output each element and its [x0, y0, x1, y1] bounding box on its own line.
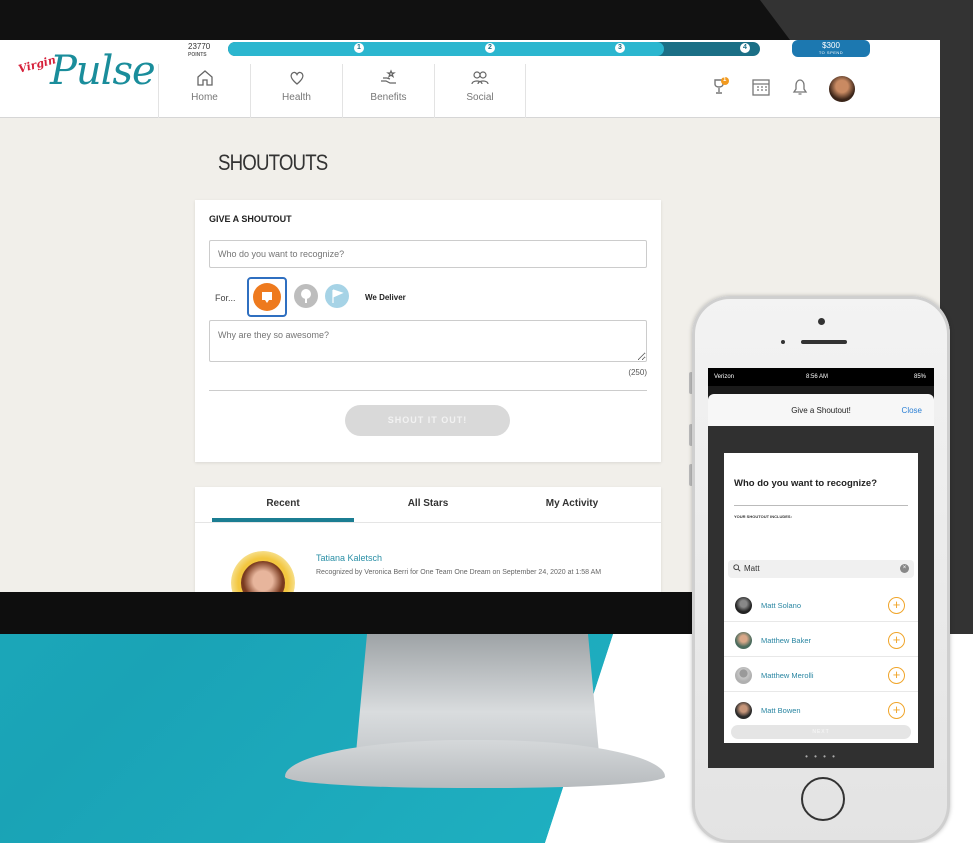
recipient-picker: Who do you want to recognize? YOUR SHOUT… — [724, 453, 918, 743]
page-title: SHOUTOUTS — [218, 150, 328, 175]
scene: Virgin Pulse 23770 POINTS 1 2 3 4 $300 T… — [0, 0, 973, 843]
result-avatar — [735, 632, 752, 649]
milestone-1: 1 — [354, 43, 364, 53]
result-name: Matt Bowen — [761, 706, 801, 715]
points-label: POINTS — [188, 52, 207, 58]
recipient-input[interactable] — [209, 240, 647, 268]
card-divider — [209, 390, 647, 391]
nav-social-label: Social — [466, 92, 494, 103]
logo-pulse-text: Pulse — [50, 48, 156, 94]
phone-speaker — [801, 340, 847, 344]
bell-icon — [792, 79, 808, 95]
modal-header: Give a Shoutout! Close — [708, 394, 934, 426]
phone-search-field[interactable]: Matt × — [728, 560, 914, 578]
add-recipient-icon[interactable]: + — [888, 632, 905, 649]
clear-search-icon[interactable]: × — [900, 564, 909, 573]
modal-close-button[interactable]: Close — [902, 406, 922, 415]
notifications-button[interactable] — [788, 75, 812, 99]
result-avatar — [735, 702, 752, 719]
recipient-question: Who do you want to recognize? — [734, 478, 878, 489]
reward-badge[interactable]: $300 TO SPEND — [792, 40, 870, 57]
nav-benefits[interactable]: Benefits — [342, 64, 434, 118]
result-avatar — [735, 597, 752, 614]
value-badge-selected[interactable] — [247, 277, 287, 317]
people-icon — [471, 71, 489, 85]
status-time: 8:56 AM — [806, 374, 829, 380]
phone-status-bar: Verizon 8:56 AM 85% — [708, 368, 934, 386]
tree-badge-icon — [301, 289, 311, 303]
includes-label: YOUR SHOUTOUT INCLUDES: — [734, 514, 792, 519]
tab-all-stars[interactable]: All Stars — [358, 498, 498, 509]
result-avatar-placeholder — [735, 667, 752, 684]
shout-it-out-button[interactable]: SHOUT IT OUT! — [345, 405, 510, 436]
recognized-user-name[interactable]: Tatiana Kaletsch — [316, 553, 382, 563]
reason-textarea[interactable] — [209, 320, 647, 362]
add-recipient-icon[interactable]: + — [888, 702, 905, 719]
heart-icon — [289, 71, 304, 85]
result-row[interactable]: Matt Solano + — [724, 588, 918, 622]
question-divider — [734, 505, 908, 506]
points-progress-fill — [228, 42, 665, 56]
trophy-count: 1 — [723, 77, 727, 83]
reward-amount: $300 — [822, 41, 840, 50]
for-label: For... — [215, 293, 236, 303]
milestone-3: 3 — [615, 43, 625, 53]
give-shoutout-heading: GIVE A SHOUTOUT — [209, 214, 292, 224]
delivery-badge-icon — [253, 283, 281, 311]
nav-home[interactable]: Home — [158, 64, 250, 118]
activity-card: Recent All Stars My Activity Tatiana Kal… — [195, 487, 661, 592]
activity-tabs: Recent All Stars My Activity — [195, 487, 661, 523]
result-row[interactable]: Matthew Baker + — [724, 623, 918, 657]
hand-benefits-icon — [380, 69, 396, 84]
milestone-2: 2 — [485, 43, 495, 53]
tab-my-activity[interactable]: My Activity — [502, 498, 642, 509]
points-counter: 23770 POINTS — [188, 42, 228, 64]
modal-title: Give a Shoutout! — [791, 406, 851, 415]
flag-badge-icon — [332, 289, 344, 303]
trophy-icon — [714, 77, 729, 94]
reward-sub-label: TO SPEND — [818, 50, 844, 55]
top-bar: Virgin Pulse 23770 POINTS 1 2 3 4 $300 T… — [0, 40, 940, 118]
calendar-icon — [752, 79, 770, 96]
result-row[interactable]: Matt Bowen + — [724, 693, 918, 727]
points-value: 23770 — [188, 42, 211, 51]
phone-search-value: Matt — [744, 564, 760, 573]
status-battery: 85% — [913, 374, 926, 380]
recognition-description: Recognized by Veronica Berri for One Tea… — [316, 569, 602, 576]
add-recipient-icon[interactable]: + — [888, 597, 905, 614]
give-shoutout-card: GIVE A SHOUTOUT For... We Deliver (250) … — [195, 200, 661, 462]
trophy-button[interactable]: 1 — [708, 75, 732, 99]
phone-camera — [818, 318, 825, 325]
result-row[interactable]: Matthew Merolli + — [724, 658, 918, 692]
milestone-4: 4 — [740, 43, 750, 53]
search-icon — [733, 564, 741, 572]
character-count: (250) — [628, 368, 647, 377]
page-indicator: • • • • — [805, 752, 837, 761]
nav-home-label: Home — [191, 92, 218, 103]
profile-avatar[interactable] — [829, 76, 855, 102]
nav-health-label: Health — [282, 92, 311, 103]
value-badge-2[interactable] — [294, 284, 318, 308]
nav-social[interactable]: Social — [434, 64, 526, 118]
add-recipient-icon[interactable]: + — [888, 667, 905, 684]
phone-screen: Verizon 8:56 AM 85% Give a Shoutout! Clo… — [708, 368, 934, 768]
phone-sensor — [781, 340, 785, 344]
home-icon — [196, 70, 213, 86]
tab-recent[interactable]: Recent — [213, 498, 353, 509]
active-tab-indicator — [212, 518, 354, 522]
next-button[interactable]: NEXT — [731, 725, 911, 739]
value-badge-3[interactable] — [325, 284, 349, 308]
selected-badge-name: We Deliver — [365, 293, 406, 302]
result-name: Matthew Merolli — [761, 671, 814, 680]
virgin-pulse-logo[interactable]: Virgin Pulse — [17, 48, 156, 98]
result-name: Matthew Baker — [761, 636, 812, 645]
result-name: Matt Solano — [761, 601, 802, 610]
status-carrier: Verizon — [714, 374, 735, 380]
nav-health[interactable]: Health — [250, 64, 342, 118]
shoutout-modal: Give a Shoutout! Close Who do you want t… — [708, 394, 934, 768]
calendar-button[interactable] — [749, 75, 773, 99]
nav-benefits-label: Benefits — [370, 92, 407, 103]
phone-home-button[interactable] — [801, 777, 845, 821]
